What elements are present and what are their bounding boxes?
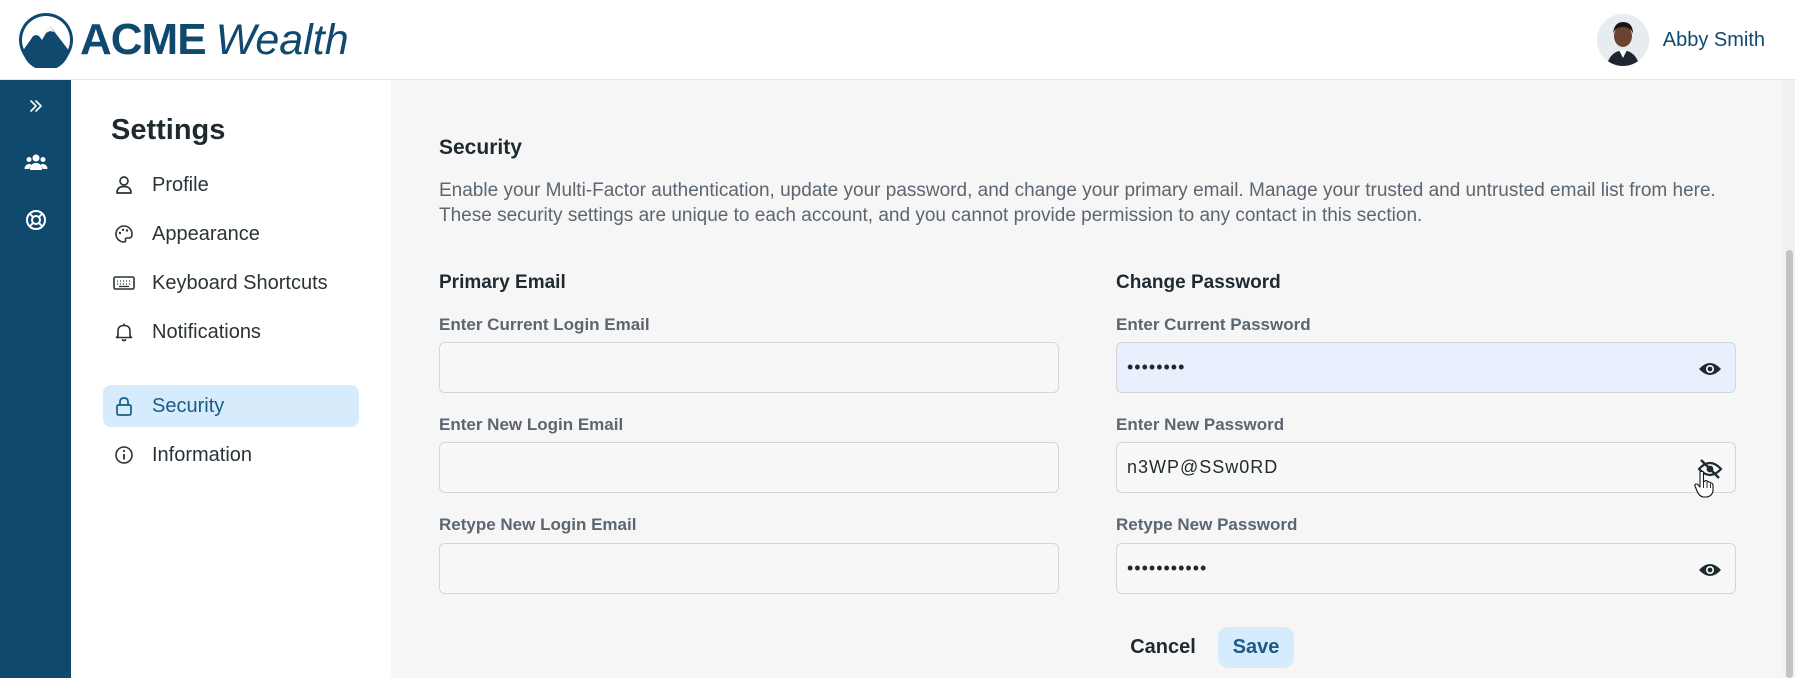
section-title: Security (439, 136, 522, 159)
retype-password-label: Retype New Password (1116, 515, 1298, 534)
help-button[interactable] (0, 200, 71, 240)
pointer-cursor-icon (1694, 470, 1714, 498)
cancel-button[interactable]: Cancel (1121, 627, 1205, 668)
current-email-input[interactable] (450, 343, 1058, 392)
save-button[interactable]: Save (1218, 627, 1294, 668)
show-password-icon[interactable] (1697, 557, 1723, 583)
user-photo-icon (1596, 14, 1649, 66)
current-email-field[interactable] (439, 342, 1059, 393)
top-bar: ACME Wealth Abby Smith (0, 0, 1795, 80)
settings-nav-label: Information (152, 443, 253, 466)
keyboard-icon (113, 272, 135, 294)
settings-nav-label: Appearance (152, 222, 260, 245)
palette-icon (113, 223, 135, 245)
lifebuoy-icon (25, 210, 46, 230)
scrollbar-thumb[interactable] (1786, 250, 1793, 678)
bell-icon (113, 321, 135, 343)
retype-email-input[interactable] (450, 544, 1058, 593)
new-email-field[interactable] (439, 442, 1059, 493)
settings-nav-appearance[interactable]: Appearance (103, 213, 359, 255)
settings-nav-label: Security (152, 394, 225, 417)
lock-icon (113, 395, 135, 417)
settings-nav-security[interactable]: Security (103, 385, 359, 427)
retype-password-value[interactable]: ••••••••••• (1127, 558, 1735, 579)
expand-sidebar-button[interactable] (0, 86, 71, 126)
mountain-logo-icon (19, 13, 73, 68)
new-email-label: Enter New Login Email (439, 415, 624, 434)
settings-nav-notifications[interactable]: Notifications (103, 311, 359, 353)
icon-rail (0, 80, 71, 678)
settings-title: Settings (111, 114, 226, 146)
current-password-value[interactable]: •••••••• (1127, 357, 1735, 378)
settings-nav-label: Keyboard Shortcuts (152, 271, 328, 294)
avatar[interactable] (1596, 14, 1649, 66)
brand-primary: ACME (80, 15, 207, 64)
settings-sidebar: Settings Profile Appearance Keyboard Sho… (71, 80, 391, 678)
user-menu[interactable]: Abby Smith (1596, 14, 1765, 66)
new-email-input[interactable] (450, 443, 1058, 492)
person-icon (113, 174, 135, 196)
info-icon (113, 444, 135, 466)
new-password-label: Enter New Password (1116, 415, 1285, 434)
section-description: Enable your Multi-Factor authentication,… (439, 180, 1716, 226)
double-chevron-right-icon (29, 100, 42, 112)
current-email-label: Enter Current Login Email (439, 315, 650, 334)
settings-nav-label: Notifications (152, 320, 261, 343)
acme-wealth-logo[interactable]: ACME Wealth (18, 12, 349, 68)
brand-secondary: Wealth (215, 15, 349, 64)
current-password-field[interactable]: •••••••• (1116, 342, 1736, 393)
retype-email-field[interactable] (439, 543, 1059, 594)
retype-password-field[interactable]: ••••••••••• (1116, 543, 1736, 594)
new-password-field[interactable]: n3WP@SSw0RD (1116, 442, 1736, 493)
change-password-heading: Change Password (1116, 272, 1281, 293)
settings-nav-profile[interactable]: Profile (103, 164, 359, 206)
contacts-button[interactable] (0, 142, 71, 182)
settings-nav-keyboard-shortcuts[interactable]: Keyboard Shortcuts (103, 262, 359, 304)
show-password-icon[interactable] (1697, 356, 1723, 382)
settings-nav-label: Profile (152, 173, 209, 196)
settings-nav-information[interactable]: Information (103, 434, 359, 476)
primary-email-heading: Primary Email (439, 272, 566, 293)
new-password-value[interactable]: n3WP@SSw0RD (1127, 457, 1735, 478)
user-name[interactable]: Abby Smith (1663, 29, 1765, 52)
users-icon (24, 154, 47, 170)
retype-email-label: Retype New Login Email (439, 515, 637, 534)
current-password-label: Enter Current Password (1116, 315, 1311, 334)
vertical-scrollbar[interactable] (1783, 80, 1795, 678)
